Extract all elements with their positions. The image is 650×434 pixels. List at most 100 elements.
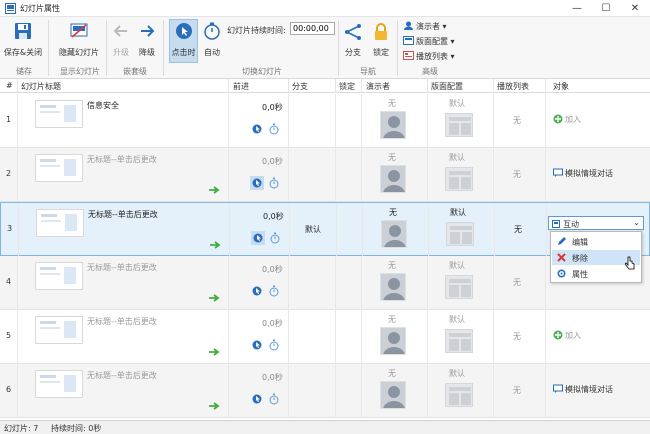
mouse-click-icon[interactable] [250, 284, 264, 298]
slide-thumbnail[interactable] [35, 262, 83, 290]
header-object[interactable]: 对象 [553, 81, 569, 92]
slide-title[interactable]: 无标题--单击后更改 [87, 370, 157, 381]
layout-dropdown-label: 版面配置 ▾ [416, 37, 455, 46]
table-row[interactable]: 1 信息安全 0,0秒无默认无加入 [0, 94, 650, 148]
branch-button[interactable]: 分支 [341, 20, 365, 64]
table-row[interactable]: 2 无标题--单击后更改 0,0秒无默认无模拟情境对话 [0, 148, 650, 202]
presenter-avatar[interactable] [380, 327, 406, 355]
presenter-dropdown[interactable]: 演示者 ▾ [403, 21, 447, 33]
object-link[interactable]: 模拟情境对话 [553, 384, 613, 395]
presenter-avatar[interactable] [380, 381, 406, 409]
on-click-button[interactable]: 点击时 [169, 20, 198, 64]
slide-title[interactable]: 无标题--单击后更改 [87, 262, 157, 273]
playlist-value[interactable]: 无 [513, 169, 521, 180]
layout-icon [403, 36, 414, 45]
playlist-value[interactable]: 无 [513, 277, 521, 288]
layout-grid-icon [449, 117, 471, 135]
advance-time: 0,0秒 [262, 319, 283, 328]
layout-preview-icon[interactable] [445, 113, 473, 137]
layout-preview-icon[interactable] [445, 167, 473, 191]
auto-button[interactable]: 自动 [200, 20, 224, 64]
layout-preview-icon[interactable] [445, 329, 473, 353]
stopwatch-icon[interactable] [269, 339, 279, 351]
mouse-click-icon[interactable] [250, 392, 264, 406]
demote-button[interactable]: 降级 [136, 20, 158, 64]
header-advance[interactable]: 前进 [233, 81, 249, 92]
save-close-button[interactable]: 保存&关闭 [3, 20, 43, 64]
column-divider [493, 364, 494, 418]
lock-button[interactable]: 锁定 [369, 20, 393, 64]
layout-value: 默认 [449, 369, 465, 378]
slide-title[interactable]: 无标题--单击后更改 [87, 316, 157, 327]
column-divider [428, 203, 429, 257]
hide-slide-button[interactable]: 隐藏幻灯片 [54, 20, 104, 64]
promote-button[interactable]: 升级 [110, 20, 132, 64]
duration-input[interactable] [290, 22, 335, 35]
total-duration: 持续时间: 0秒 [51, 424, 102, 433]
slide-count: 幻灯片: 7 [4, 424, 39, 433]
column-divider [361, 79, 362, 93]
header-lock[interactable]: 锁定 [339, 81, 355, 92]
slide-thumbnail[interactable] [35, 370, 83, 398]
column-divider [336, 203, 337, 257]
mouse-click-icon[interactable] [250, 338, 264, 352]
table-row[interactable]: 6 无标题--单击后更改 0,0秒无默认无模拟情境对话 [0, 364, 650, 418]
mouse-click-icon[interactable] [251, 231, 265, 245]
column-divider [288, 364, 289, 418]
slide-thumbnail[interactable] [35, 316, 83, 344]
layout-preview-icon[interactable] [445, 275, 473, 299]
slide-title[interactable]: 无标题--单击后更改 [88, 209, 158, 220]
layout-value: 默认 [449, 99, 465, 108]
minimize-button[interactable]: — [563, 0, 591, 17]
slide-thumbnail[interactable] [36, 209, 84, 237]
branch-value[interactable]: 默认 [305, 224, 321, 235]
table-row[interactable]: 5 无标题--单击后更改 0,0秒无默认无加入 [0, 310, 650, 364]
header-title[interactable]: 幻灯片标题 [21, 81, 61, 92]
header-layout[interactable]: 版面配置 [431, 81, 463, 92]
presenter-avatar[interactable] [380, 165, 406, 193]
layout-value: 默认 [449, 261, 465, 270]
slide-thumbnail[interactable] [35, 100, 83, 128]
header-presenter[interactable]: 演示者 [366, 81, 390, 92]
menu-item-edit[interactable]: 编辑 [552, 234, 640, 249]
presenter-avatar[interactable] [381, 220, 407, 248]
stopwatch-icon[interactable] [270, 232, 280, 244]
slide-number: 5 [6, 331, 12, 340]
layout-dropdown[interactable]: 版面配置 ▾ [403, 36, 455, 48]
column-divider [288, 94, 289, 148]
stopwatch-icon[interactable] [269, 393, 279, 405]
object-link[interactable]: 模拟情境对话 [553, 168, 613, 179]
header-playlist[interactable]: 播放列表 [497, 81, 529, 92]
object-combo[interactable]: 互动 ⌄ [548, 216, 644, 230]
column-divider [494, 203, 495, 257]
stopwatch-icon[interactable] [269, 285, 279, 297]
add-object-link[interactable]: 加入 [553, 330, 581, 341]
add-object-link[interactable]: 加入 [553, 114, 581, 125]
maximize-button[interactable]: ☐ [592, 0, 620, 17]
playlist-value[interactable]: 无 [513, 385, 521, 396]
playlist-value[interactable]: 无 [513, 331, 521, 342]
slide-title[interactable]: 信息安全 [87, 100, 119, 111]
slide-title[interactable]: 无标题--单击后更改 [87, 154, 157, 165]
chevron-down-icon: ⌄ [633, 218, 640, 227]
column-divider [17, 94, 18, 148]
presenter-avatar[interactable] [380, 111, 406, 139]
column-divider [17, 364, 18, 418]
column-divider [335, 94, 336, 148]
column-divider [288, 310, 289, 364]
stopwatch-icon[interactable] [269, 177, 279, 189]
status-bar: 幻灯片: 7 持续时间: 0秒 [0, 420, 650, 434]
mouse-click-icon[interactable] [250, 122, 264, 136]
stopwatch-icon[interactable] [269, 123, 279, 135]
slide-thumbnail[interactable] [35, 154, 83, 182]
playlist-value[interactable]: 无 [514, 224, 522, 235]
header-branch[interactable]: 分支 [292, 81, 308, 92]
playlist-dropdown[interactable]: 播放列表 ▾ [403, 51, 455, 63]
layout-preview-icon[interactable] [445, 383, 473, 407]
mouse-click-icon[interactable] [250, 176, 264, 190]
close-button[interactable]: ✕ [621, 0, 649, 17]
presenter-avatar[interactable] [380, 273, 406, 301]
playlist-value[interactable]: 无 [513, 115, 521, 126]
layout-grid-icon [449, 279, 471, 297]
layout-preview-icon[interactable] [446, 222, 474, 246]
